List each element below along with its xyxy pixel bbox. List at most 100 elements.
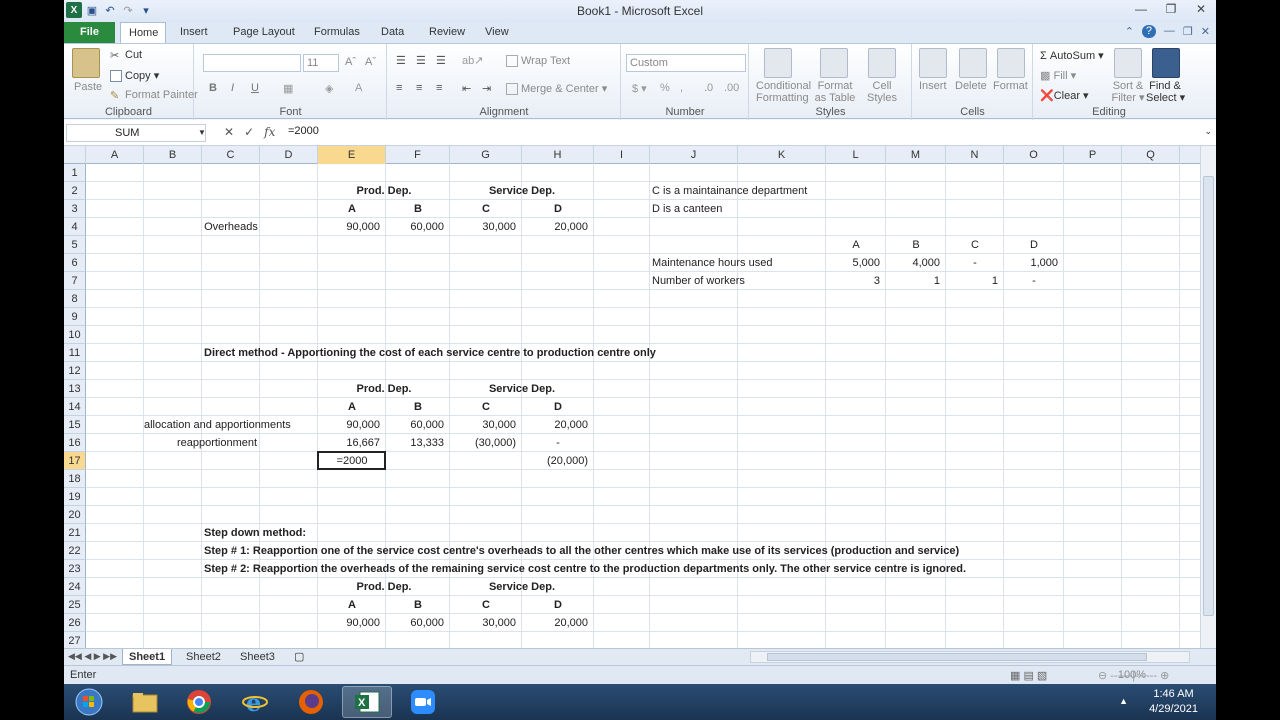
- cell-f14[interactable]: B: [386, 398, 450, 416]
- conditional-formatting-button[interactable]: Conditional Formatting: [756, 80, 811, 104]
- column-header-n[interactable]: N: [946, 146, 1004, 164]
- row-header-8[interactable]: 8: [64, 290, 86, 308]
- cell-h16[interactable]: -: [522, 434, 594, 452]
- fill-color-icon[interactable]: ◈: [325, 82, 333, 95]
- workbook-minimize-icon[interactable]: —: [1164, 25, 1175, 38]
- percent-icon[interactable]: %: [660, 82, 670, 94]
- cell-e25[interactable]: A: [318, 596, 386, 614]
- show-hidden-icons-icon[interactable]: ▲: [1119, 696, 1128, 706]
- cell-e14[interactable]: A: [318, 398, 386, 416]
- cell-l6[interactable]: 5,000: [826, 254, 880, 272]
- row-header-24[interactable]: 24: [64, 578, 86, 596]
- sort-filter-button[interactable]: Sort & Filter ▾: [1108, 80, 1148, 104]
- italic-icon[interactable]: I: [231, 82, 234, 94]
- column-header-k[interactable]: K: [738, 146, 826, 164]
- grow-font-icon[interactable]: Aˆ: [345, 56, 356, 68]
- align-bottom-icon[interactable]: ☰: [436, 54, 446, 67]
- copy-button[interactable]: Copy ▾: [110, 69, 159, 83]
- taskbar-firefox[interactable]: [286, 686, 336, 718]
- tab-review[interactable]: Review: [421, 22, 473, 43]
- decrease-indent-icon[interactable]: ⇤: [462, 82, 471, 95]
- cell-f15[interactable]: 60,000: [386, 416, 444, 434]
- underline-icon[interactable]: U: [251, 82, 259, 94]
- enter-entry-icon[interactable]: ✓: [244, 125, 254, 139]
- insert-cells-icon[interactable]: [919, 48, 947, 78]
- column-header-g[interactable]: G: [450, 146, 522, 164]
- cell-j6[interactable]: Maintenance hours used: [652, 254, 772, 272]
- binoculars-icon[interactable]: [1152, 48, 1180, 78]
- cell-n5[interactable]: C: [946, 236, 1004, 254]
- restore-icon[interactable]: ❐: [1162, 2, 1180, 16]
- font-color-icon[interactable]: A: [355, 82, 362, 94]
- paste-button[interactable]: Paste: [74, 81, 102, 93]
- cell-c11[interactable]: Direct method - Apportioning the cost of…: [204, 344, 656, 362]
- align-left-icon[interactable]: ≡: [396, 82, 402, 94]
- column-header-b[interactable]: B: [144, 146, 202, 164]
- column-header-r[interactable]: R: [1180, 146, 1200, 164]
- cell-g25[interactable]: C: [450, 596, 522, 614]
- view-buttons-icon[interactable]: ▦ ▤ ▧: [1010, 669, 1047, 682]
- taskbar-ie[interactable]: e: [230, 686, 280, 718]
- cell-styles-button[interactable]: Cell Styles: [862, 80, 902, 104]
- cell-g13[interactable]: Service Dep.: [450, 380, 594, 398]
- cell-e26[interactable]: 90,000: [318, 614, 380, 632]
- format-cells-icon[interactable]: [997, 48, 1025, 78]
- cell-c21[interactable]: Step down method:: [204, 524, 306, 542]
- decrease-decimal-icon[interactable]: .00: [724, 82, 739, 94]
- tab-data[interactable]: Data: [373, 22, 412, 43]
- row-header-11[interactable]: 11: [64, 344, 86, 362]
- row-header-15[interactable]: 15: [64, 416, 86, 434]
- cell-j2[interactable]: C is a maintainance department: [652, 182, 807, 200]
- tab-page-layout[interactable]: Page Layout: [225, 22, 303, 43]
- cell-m7[interactable]: 1: [886, 272, 940, 290]
- row-header-12[interactable]: 12: [64, 362, 86, 380]
- cell-g24[interactable]: Service Dep.: [450, 578, 594, 596]
- tab-view[interactable]: View: [477, 22, 517, 43]
- cell-e3[interactable]: A: [318, 200, 386, 218]
- row-header-2[interactable]: 2: [64, 182, 86, 200]
- minimize-icon[interactable]: —: [1132, 2, 1150, 16]
- row-header-10[interactable]: 10: [64, 326, 86, 344]
- column-header-a[interactable]: A: [86, 146, 144, 164]
- delete-cells-button[interactable]: Delete: [955, 80, 987, 92]
- currency-icon[interactable]: $ ▾: [632, 82, 647, 95]
- row-header-4[interactable]: 4: [64, 218, 86, 236]
- comma-icon[interactable]: ,: [680, 82, 683, 94]
- cell-g26[interactable]: 30,000: [450, 614, 516, 632]
- fill-button[interactable]: ▩ Fill ▾: [1040, 69, 1076, 82]
- column-header-d[interactable]: D: [260, 146, 318, 164]
- column-header-p[interactable]: P: [1064, 146, 1122, 164]
- cell-g15[interactable]: 30,000: [450, 416, 516, 434]
- workbook-close-icon[interactable]: ✕: [1201, 25, 1210, 38]
- clear-button[interactable]: ❌Clear ▾: [1040, 89, 1089, 102]
- cell-g14[interactable]: C: [450, 398, 522, 416]
- cell-l7[interactable]: 3: [826, 272, 880, 290]
- column-header-h[interactable]: H: [522, 146, 594, 164]
- cell-f3[interactable]: B: [386, 200, 450, 218]
- cell-h3[interactable]: D: [522, 200, 594, 218]
- shrink-font-icon[interactable]: Aˇ: [365, 56, 376, 68]
- cell-c4[interactable]: Overheads: [202, 218, 260, 236]
- cell-h15[interactable]: 20,000: [522, 416, 588, 434]
- cell-g2[interactable]: Service Dep.: [450, 182, 594, 200]
- delete-cells-icon[interactable]: [959, 48, 987, 78]
- column-header-i[interactable]: I: [594, 146, 650, 164]
- tab-file[interactable]: File: [64, 22, 115, 43]
- horizontal-scrollbar[interactable]: [750, 651, 1190, 663]
- paste-icon[interactable]: [72, 48, 100, 78]
- number-format-combo[interactable]: Custom: [626, 54, 746, 72]
- cell-h17[interactable]: (20,000): [522, 452, 588, 470]
- zoom-slider[interactable]: ⊖ ------|------ ⊕: [1098, 669, 1169, 682]
- cell-styles-icon[interactable]: [868, 48, 896, 78]
- wrap-text-button[interactable]: Wrap Text: [506, 55, 570, 68]
- cell-o6[interactable]: 1,000: [1004, 254, 1058, 272]
- tab-insert[interactable]: Insert: [172, 22, 216, 43]
- cell-e16[interactable]: 16,667: [318, 434, 380, 452]
- format-painter-button[interactable]: ✎ Format Painter: [110, 89, 198, 102]
- cell-n6[interactable]: -: [946, 254, 1004, 272]
- align-center-icon[interactable]: ≡: [416, 82, 422, 94]
- cell-e13[interactable]: Prod. Dep.: [318, 380, 450, 398]
- increase-indent-icon[interactable]: ⇥: [482, 82, 491, 95]
- row-header-6[interactable]: 6: [64, 254, 86, 272]
- workbook-restore-icon[interactable]: ❐: [1183, 25, 1193, 38]
